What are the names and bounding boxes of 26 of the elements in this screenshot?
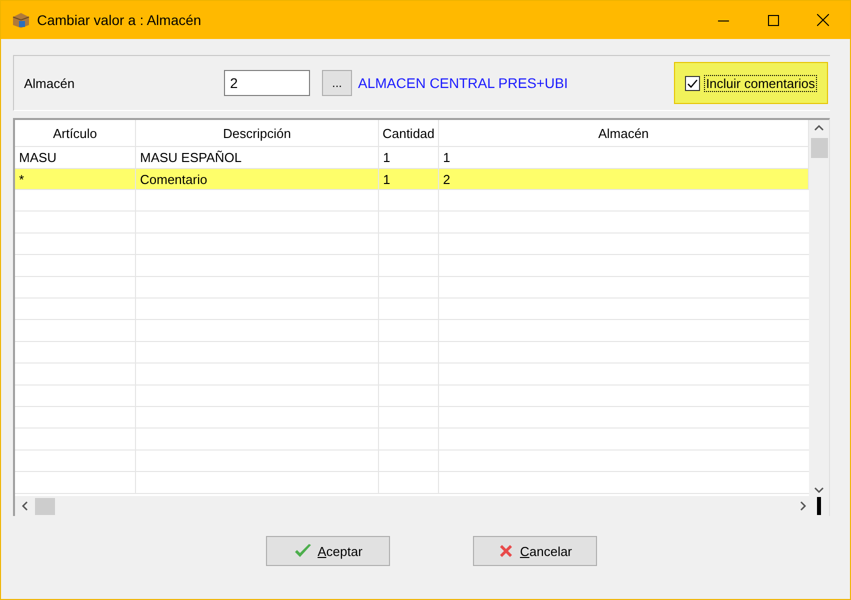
checkbox-label[interactable]: Incluir comentarios bbox=[704, 74, 818, 92]
cancel-button[interactable]: Cancelar bbox=[473, 536, 597, 566]
table-cell: 1 bbox=[379, 168, 439, 190]
ok-button[interactable]: Aceptar bbox=[266, 536, 390, 566]
scroll-thumb[interactable] bbox=[810, 138, 828, 158]
field-label: Almacén bbox=[24, 76, 76, 90]
maximize-icon bbox=[768, 14, 778, 26]
column-header[interactable]: Cantidad bbox=[379, 120, 439, 147]
table-cell: * bbox=[15, 168, 136, 190]
checkbox[interactable] bbox=[684, 76, 700, 90]
column-header[interactable]: Almacén bbox=[439, 120, 809, 147]
warehouse-description: ALMACEN CENTRAL PRES+UBI bbox=[358, 75, 569, 91]
column-header[interactable]: Artículo bbox=[15, 120, 136, 147]
table-cell: 2 bbox=[439, 168, 809, 190]
box-icon bbox=[11, 11, 31, 29]
vertical-scrollbar[interactable] bbox=[809, 120, 829, 496]
window-title: Cambiar valor a : Almacén bbox=[37, 12, 202, 28]
check-icon bbox=[294, 543, 312, 559]
cross-icon bbox=[498, 543, 514, 559]
size-grip-icon bbox=[817, 497, 821, 515]
scroll-thumb[interactable] bbox=[35, 498, 55, 514]
warehouse-input[interactable]: 2 bbox=[224, 70, 310, 96]
column-header[interactable]: Descripción bbox=[136, 120, 379, 147]
browse-button[interactable]: ... bbox=[322, 70, 352, 96]
close-icon bbox=[817, 14, 829, 26]
table-cell: Comentario bbox=[136, 168, 379, 190]
